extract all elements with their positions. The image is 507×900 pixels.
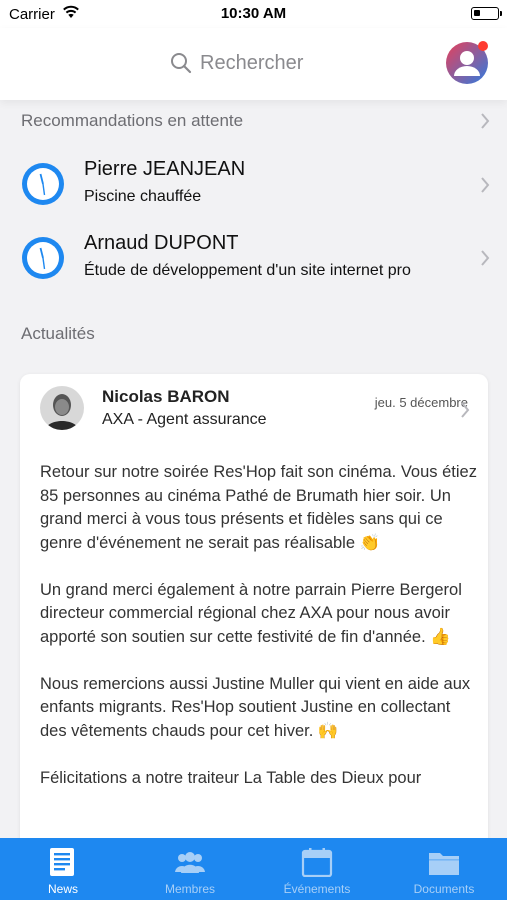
notification-badge [478,41,488,51]
profile-avatar-button[interactable] [445,41,489,85]
recommendations-title: Recommandations en attente [21,111,244,130]
tab-label: Membres [164,882,215,896]
status-bar: Carrier 10:30 AM [0,0,507,28]
tab-documents[interactable]: Documents [381,838,507,900]
post-author-name: Nicolas BARON [102,387,230,406]
tab-events[interactable]: Événements [254,838,380,900]
app-header: Rechercher [0,28,507,100]
post-author-role: AXA - Agent assurance [102,411,267,428]
news-icon [50,848,74,876]
post-paragraph: Nous remercions aussi Justine Muller qui… [40,674,471,740]
recommendation-subtitle: Piscine chauffée [84,188,202,205]
status-time: 10:30 AM [220,5,287,22]
post-paragraph: Félicitations a notre traiteur La Table … [40,768,422,787]
pending-clock-icon [22,237,64,279]
tab-label: News [47,882,78,896]
post-date: jeu. 5 décembre [374,395,468,410]
tab-news[interactable]: News [0,838,126,900]
chevron-right-icon [481,250,490,266]
recommendation-item[interactable]: Pierre JEANJEAN Piscine chauffée [0,149,507,219]
tab-members[interactable]: Membres [127,838,253,900]
calendar-icon [301,848,333,877]
news-post-card[interactable]: Nicolas BARON AXA - Agent assurance jeu.… [20,374,488,854]
tab-label: Événements [283,882,351,896]
post-body: Retour sur notre soirée Res'Hop fait son… [40,461,480,814]
pending-clock-icon [22,163,64,205]
bottom-tab-bar: News Membres Événements Documents [0,838,507,900]
tab-label: Documents [413,882,475,896]
post-paragraph: Un grand merci également à notre parrain… [40,580,462,646]
battery-tip [500,11,502,16]
folder-icon [429,853,459,875]
recommendation-subtitle: Étude de développement d'un site interne… [84,262,411,279]
recommendation-name: Pierre JEANJEAN [84,158,246,180]
news-section-title: Actualités [21,324,95,343]
chevron-right-icon [461,402,470,418]
recommendation-item[interactable]: Arnaud DUPONT Étude de développement d'u… [0,223,507,293]
search-icon [171,53,192,74]
recommendation-name: Arnaud DUPONT [84,232,239,254]
author-avatar [40,386,84,430]
chevron-right-icon[interactable] [480,112,490,130]
post-paragraph: Retour sur notre soirée Res'Hop fait son… [40,463,477,552]
members-icon [175,852,205,873]
battery-icon [471,7,499,20]
chevron-right-icon [481,177,490,193]
search-field[interactable]: Rechercher [170,48,303,78]
search-placeholder: Rechercher [200,51,304,74]
